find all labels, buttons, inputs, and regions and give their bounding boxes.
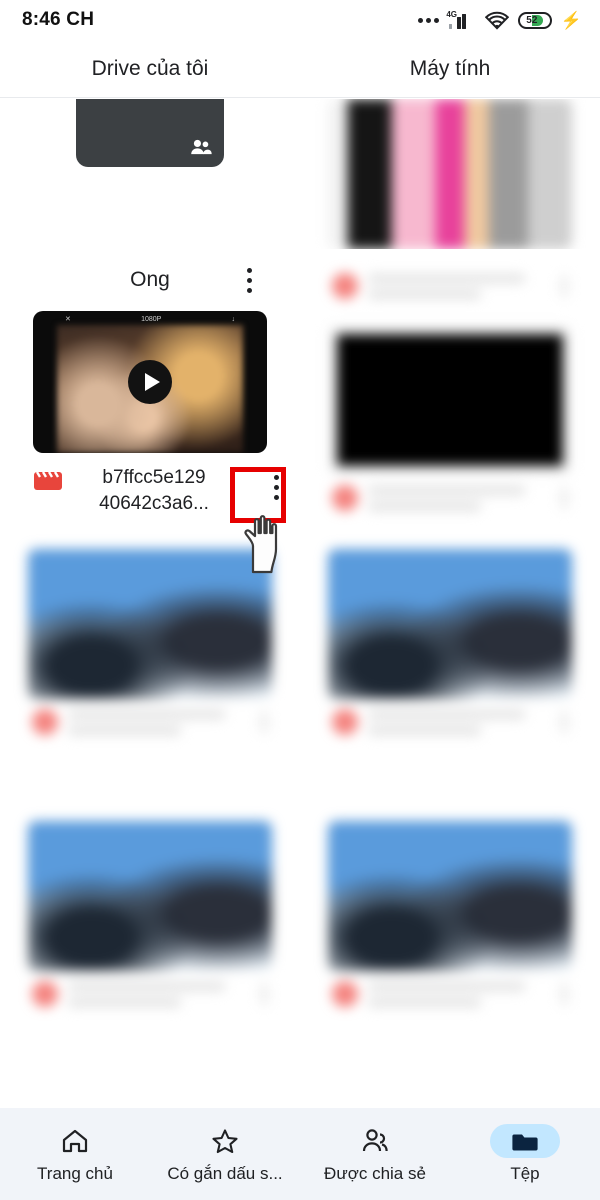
redacted-card-cell[interactable] <box>300 821 600 1093</box>
folder-icon <box>512 1134 538 1151</box>
close-icon: ✕ <box>65 316 71 323</box>
folder-kebab-menu-icon[interactable] <box>236 263 262 297</box>
video-thumbnail[interactable]: ✕ 1080P ↓ <box>33 311 267 453</box>
grid-row: Ong ✕ 1080P ↓ b7ffcc5e129 40642c3a6... <box>0 249 600 549</box>
nav-label-files: Tệp <box>510 1164 540 1183</box>
clapperboard-icon <box>34 471 62 490</box>
nav-label-shared: Được chia sẻ <box>324 1164 426 1183</box>
redacted-kebab-icon <box>560 711 568 733</box>
redacted-file-icon <box>32 709 58 735</box>
folder-card-cell[interactable] <box>0 99 300 249</box>
redacted-file-name <box>368 485 550 511</box>
redacted-kebab-icon <box>560 983 568 1005</box>
tab-my-drive[interactable]: Drive của tôi <box>0 40 300 97</box>
redacted-file-name <box>68 981 250 1007</box>
bottom-navigation: Trang chủ Có gắn dấu s... Được chia sẻ T… <box>0 1108 600 1200</box>
file-grid[interactable]: Ong ✕ 1080P ↓ b7ffcc5e129 40642c3a6... <box>0 99 600 1108</box>
redacted-file-card[interactable] <box>28 821 272 1007</box>
redacted-file-card[interactable] <box>300 273 600 511</box>
nav-pill-home <box>40 1124 110 1158</box>
redacted-thumbnail <box>328 549 572 699</box>
quality-label: 1080P <box>141 315 162 323</box>
file-name-line1: b7ffcc5e129 <box>102 467 206 488</box>
nav-pill-starred <box>190 1124 260 1158</box>
redacted-meta <box>328 273 572 299</box>
nav-item-starred[interactable]: Có gắn dấu s... <box>150 1124 300 1184</box>
redacted-thumbnail <box>328 821 572 971</box>
hand-pointer-cursor <box>244 515 278 574</box>
folder-thumbnail[interactable] <box>76 99 224 167</box>
status-icons: 4G 52 ⚡ <box>418 9 582 30</box>
battery-icon: 52 <box>517 11 552 29</box>
shared-people-icon <box>191 139 212 155</box>
status-bar: 8:46 CH 4G 52 ⚡ <box>0 0 600 40</box>
redacted-file-icon <box>332 709 358 735</box>
redacted-file-name <box>368 709 550 735</box>
redacted-content <box>328 325 572 511</box>
play-button-icon[interactable] <box>128 360 172 404</box>
nav-label-starred: Có gắn dấu s... <box>167 1164 283 1183</box>
signal-4g-icon: 4G <box>446 9 476 29</box>
charging-bolt-icon: ⚡ <box>560 10 582 30</box>
redacted-content <box>328 99 572 249</box>
nav-item-files[interactable]: Tệp <box>450 1124 600 1184</box>
redacted-file-card[interactable] <box>28 549 272 735</box>
nav-item-home[interactable]: Trang chủ <box>0 1124 150 1184</box>
redacted-kebab-icon <box>560 487 568 509</box>
grid-row <box>0 549 600 821</box>
tab-computers[interactable]: Máy tính <box>300 40 600 97</box>
redacted-file-icon <box>32 981 58 1007</box>
redacted-thumbnail <box>328 325 572 475</box>
network-type-label: 4G <box>446 9 457 19</box>
grid-row <box>0 99 600 249</box>
redacted-kebab-icon <box>260 983 268 1005</box>
redacted-thumbnail <box>28 821 272 971</box>
redacted-file-card[interactable] <box>300 99 600 249</box>
battery-percent: 52 <box>526 14 538 26</box>
redacted-file-card[interactable] <box>328 821 572 1007</box>
redacted-file-icon <box>332 981 358 1007</box>
redacted-card-cell[interactable] <box>300 549 600 821</box>
folder-label-row[interactable]: Ong <box>0 249 300 311</box>
download-icon: ↓ <box>231 315 236 323</box>
nav-pill-shared <box>340 1124 410 1158</box>
redacted-card-cell[interactable] <box>300 249 600 549</box>
more-dots-icon <box>418 17 440 23</box>
file-name-line2: 40642c3a6... <box>99 493 209 514</box>
redacted-card-cell[interactable] <box>0 821 300 1093</box>
nav-item-shared[interactable]: Được chia sẻ <box>300 1124 450 1184</box>
redacted-file-name <box>68 709 250 735</box>
redacted-file-icon <box>332 273 358 299</box>
redacted-file-icon <box>332 485 358 511</box>
redacted-file-name <box>368 273 550 299</box>
redacted-file-name <box>368 981 550 1007</box>
redacted-kebab-icon <box>560 275 568 297</box>
redacted-thumbnail <box>328 99 572 249</box>
video-recorder-bar: ✕ 1080P ↓ <box>57 311 243 327</box>
star-icon <box>212 1129 238 1154</box>
home-icon <box>62 1129 88 1153</box>
redacted-file-card[interactable] <box>328 549 572 735</box>
grid-row <box>0 821 600 1093</box>
redacted-kebab-icon <box>260 711 268 733</box>
people-icon <box>362 1129 388 1152</box>
status-time: 8:46 CH <box>22 9 95 30</box>
nav-pill-files <box>490 1124 560 1158</box>
folder-name: Ong <box>130 268 170 291</box>
redacted-card-cell[interactable] <box>0 549 300 821</box>
wifi-icon <box>484 11 509 30</box>
redacted-card-cell[interactable] <box>300 99 600 249</box>
nav-label-home: Trang chủ <box>37 1164 113 1183</box>
tab-bar: Drive của tôi Máy tính <box>0 40 600 98</box>
